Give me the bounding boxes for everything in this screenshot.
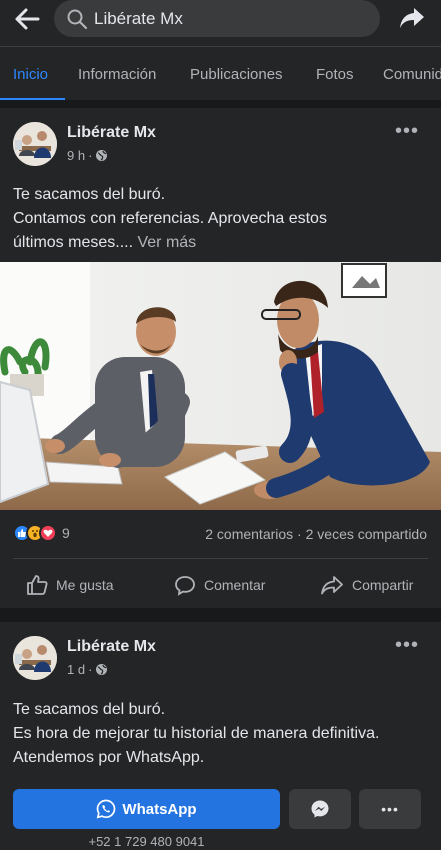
post-text-line: Te sacamos del buró. (13, 186, 166, 203)
office-meeting-image (0, 262, 441, 510)
meta-dot: · (88, 662, 93, 677)
whatsapp-phone-number: +52 1 729 480 9041 (88, 834, 205, 849)
more-options-button[interactable]: ••• (359, 789, 421, 829)
like-label: Me gusta (56, 577, 114, 593)
post-text: Te sacamos del buró. Contamos con refere… (13, 183, 433, 255)
avatar-image (13, 636, 57, 680)
post-time[interactable]: 1 d (67, 662, 85, 677)
section-separator (0, 608, 441, 622)
comment-button[interactable]: Comentar (174, 570, 265, 600)
post-text-line: últimos meses.... Ver más (13, 234, 197, 251)
top-bar (0, 0, 441, 46)
section-separator (0, 100, 441, 108)
post-options-button[interactable]: ••• (395, 120, 419, 143)
whatsapp-label: WhatsApp (122, 800, 197, 818)
engagement-summary[interactable]: 2 comentarios · 2 veces compartido (205, 526, 427, 542)
post-author[interactable]: Libérate Mx (67, 124, 156, 142)
search-icon (67, 9, 88, 29)
meta-dot: · (88, 148, 93, 163)
post-text-line: Es hora de mejorar tu historial de maner… (13, 725, 380, 742)
share-arrow-icon (400, 8, 424, 28)
reaction-count: 9 (62, 525, 70, 541)
avatar-image (13, 122, 57, 166)
globe-icon (96, 150, 108, 161)
post-text-line: Atendemos por WhatsApp. (13, 749, 205, 766)
post-photo[interactable] (0, 262, 441, 510)
whatsapp-icon (97, 799, 116, 819)
tab-fotos[interactable]: Fotos (316, 66, 354, 83)
like-button[interactable]: Me gusta (26, 570, 114, 600)
messenger-button[interactable] (289, 789, 351, 829)
post-text: Te sacamos del buró. Es hora de mejorar … (13, 698, 433, 770)
avatar[interactable] (13, 122, 57, 166)
post-author[interactable]: Libérate Mx (67, 638, 156, 656)
post-options-button[interactable]: ••• (395, 634, 419, 657)
whatsapp-button[interactable]: WhatsApp (13, 789, 280, 829)
back-arrow-icon (15, 8, 40, 30)
reaction-summary[interactable]: 9 (13, 524, 70, 542)
thumbs-up-icon (27, 575, 48, 595)
more-dots-icon: ••• (381, 801, 399, 817)
post-time[interactable]: 9 h (67, 148, 85, 163)
divider (13, 558, 428, 559)
share-page-button[interactable] (397, 4, 427, 32)
tab-comunidad[interactable]: Comunid (383, 66, 441, 83)
tab-publicaciones[interactable]: Publicaciones (190, 66, 283, 83)
post-text-line: Contamos con referencias. Aprovecha esto… (13, 210, 327, 227)
comment-label: Comentar (204, 577, 266, 593)
see-more-link[interactable]: Ver más (137, 234, 196, 251)
search-input[interactable] (94, 8, 354, 29)
comment-icon (175, 576, 195, 596)
back-button[interactable] (10, 5, 44, 33)
globe-icon (96, 664, 108, 675)
tab-informacion[interactable]: Información (78, 66, 156, 83)
messenger-icon (311, 800, 329, 818)
share-label: Compartir (352, 577, 414, 593)
search-field[interactable] (54, 0, 380, 37)
page-tabs: Inicio Información Publicaciones Fotos C… (0, 46, 441, 100)
post-text-line: Te sacamos del buró. (13, 701, 166, 718)
post-meta: 1 d · (67, 662, 108, 677)
love-icon (39, 524, 57, 542)
post-meta: 9 h · (67, 148, 108, 163)
share-icon (321, 576, 343, 595)
avatar[interactable] (13, 636, 57, 680)
share-button[interactable]: Compartir (320, 570, 413, 600)
tab-inicio[interactable]: Inicio (13, 66, 48, 83)
